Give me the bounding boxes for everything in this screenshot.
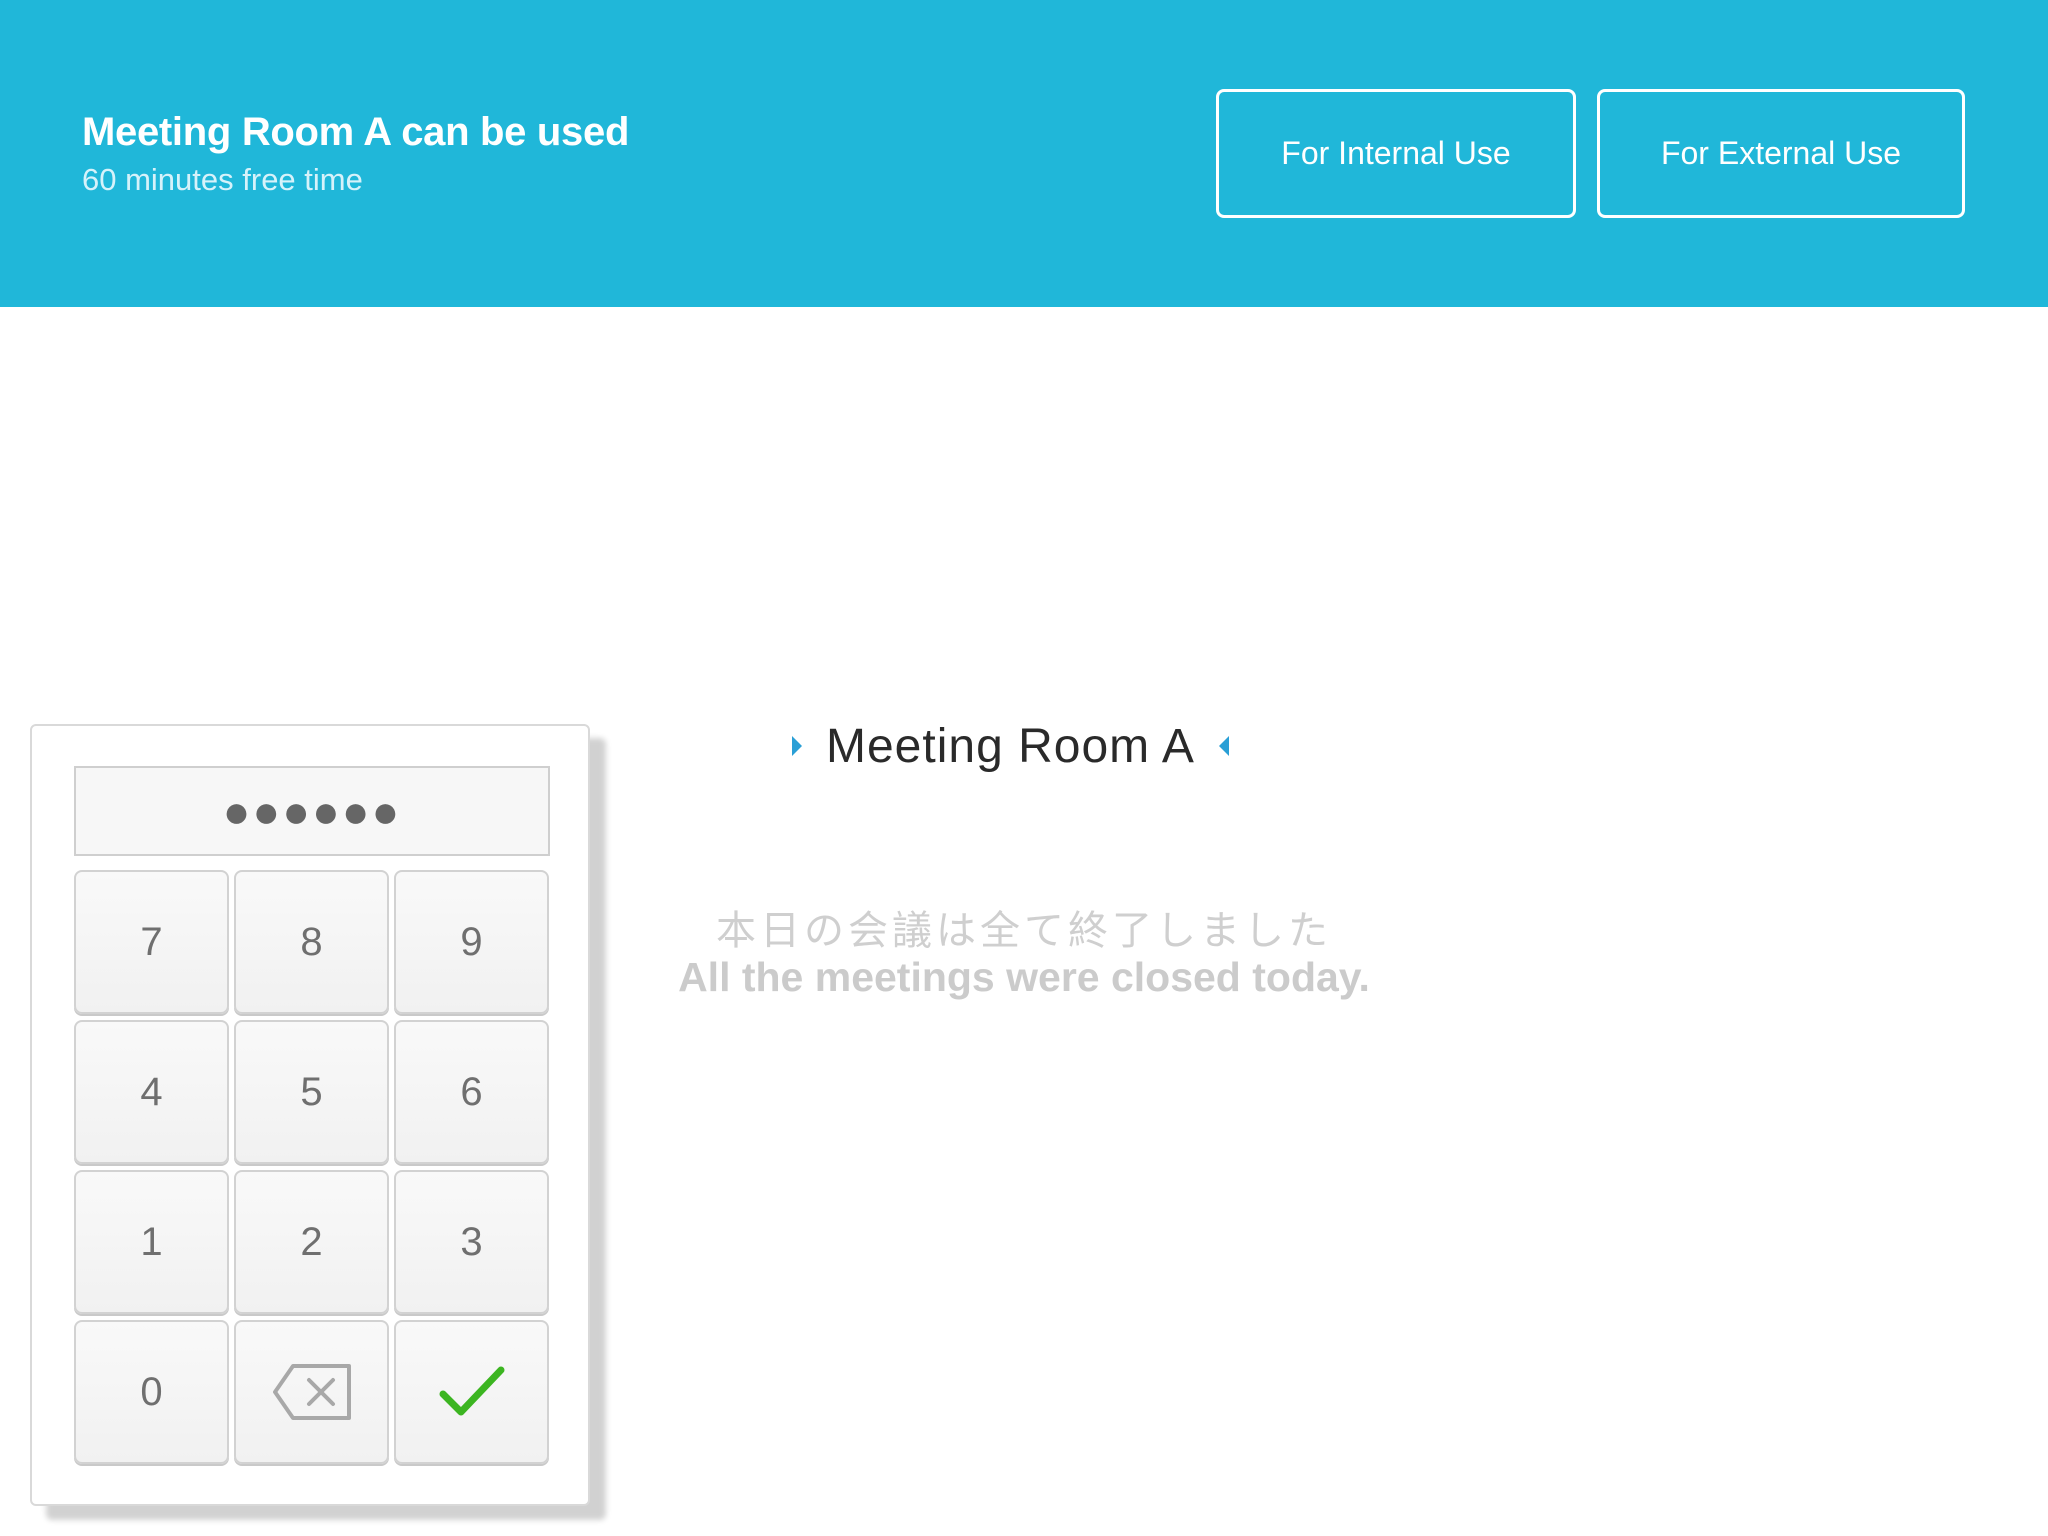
checkmark-icon: [439, 1366, 504, 1416]
key-2[interactable]: 2: [234, 1170, 389, 1314]
free-time-subtitle: 60 minutes free time: [82, 162, 363, 197]
key-1[interactable]: 1: [74, 1170, 229, 1314]
key-4[interactable]: 4: [74, 1020, 229, 1164]
key-9[interactable]: 9: [394, 870, 549, 1014]
backspace-icon: [272, 1364, 351, 1420]
caret-right-icon: [792, 736, 802, 756]
status-message-jp: 本日の会議は全て終了しました: [716, 909, 1332, 953]
confirm-key[interactable]: [394, 1320, 549, 1464]
room-heading: Meeting Room A: [790, 716, 1231, 776]
key-8[interactable]: 8: [234, 870, 389, 1014]
key-0[interactable]: 0: [74, 1320, 229, 1464]
caret-left-icon: [1218, 736, 1229, 756]
key-6[interactable]: 6: [394, 1020, 549, 1164]
availability-title: Meeting Room A can be used: [82, 110, 630, 154]
room-name: Meeting Room A: [826, 719, 1195, 773]
internal-use-button[interactable]: For Internal Use: [1216, 89, 1576, 218]
header-bar: Meeting Room A can be used 60 minutes fr…: [0, 0, 2048, 307]
backspace-key[interactable]: [234, 1320, 389, 1464]
pin-keypad: ●●●●●● 7 8 9 4 5 6 1 2 3 0: [30, 724, 590, 1506]
external-use-button[interactable]: For External Use: [1597, 89, 1965, 218]
pin-input[interactable]: ●●●●●●: [74, 766, 550, 856]
key-5[interactable]: 5: [234, 1020, 389, 1164]
key-7[interactable]: 7: [74, 870, 229, 1014]
key-3[interactable]: 3: [394, 1170, 549, 1314]
status-message-en: All the meetings were closed today.: [678, 954, 1370, 1000]
